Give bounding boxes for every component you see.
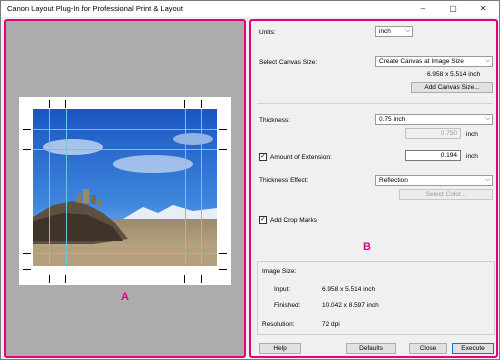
units-label: Units:	[259, 29, 276, 36]
settings-panel: Units: inch ⌵ Select Canvas Size: Create…	[249, 19, 498, 358]
area-marker-b: B	[363, 241, 371, 253]
preview-area: A	[4, 19, 246, 358]
photo-image	[33, 109, 217, 266]
crop-mark	[23, 269, 31, 270]
guide-line	[33, 149, 217, 150]
chevron-down-icon: ⌵	[485, 116, 490, 122]
add-canvas-size-button[interactable]: Add Canvas Size...	[411, 82, 493, 93]
chevron-down-icon: ⌵	[485, 177, 490, 183]
extension-label: Amount of Extension:	[270, 154, 332, 161]
title-bar: Canon Layout Plug-In for Professional Pr…	[1, 1, 499, 17]
guide-line	[185, 109, 186, 266]
thickness-unit: inch	[466, 131, 478, 138]
thickness-label: Thickness:	[259, 117, 291, 124]
checkmark-icon: ✓	[260, 216, 266, 223]
thickness-effect-value: Reflection	[379, 177, 408, 184]
guide-line	[66, 109, 67, 266]
guide-line	[201, 109, 202, 266]
extension-field[interactable]: 0.194	[405, 150, 461, 161]
guide-line	[49, 109, 50, 266]
canvas-preview	[19, 97, 231, 285]
crop-mark	[65, 100, 66, 108]
canvas-size-dropdown[interactable]: Create Canvas at Image Size ⌵	[375, 56, 493, 67]
crop-mark	[184, 275, 185, 283]
thickness-effect-dropdown[interactable]: Reflection ⌵	[375, 175, 493, 186]
area-marker-a: A	[121, 291, 129, 303]
image-size-group: Image Size: Input: 6.958 x 5.514 inch Fi…	[257, 261, 495, 335]
select-color-button[interactable]: Select Color...	[399, 189, 493, 200]
extension-checkbox[interactable]: ✓	[259, 153, 267, 161]
crop-mark	[219, 149, 227, 150]
crop-mark	[23, 129, 31, 130]
window-title: Canon Layout Plug-In for Professional Pr…	[7, 4, 183, 13]
thickness-field[interactable]: 0.750	[405, 128, 461, 139]
crop-mark	[49, 275, 50, 283]
close-window-button[interactable]: ✕	[473, 3, 493, 15]
crop-mark	[49, 100, 50, 108]
crop-marks-checkbox[interactable]: ✓	[259, 216, 267, 224]
finished-size-value: 10.042 x 8.597 inch	[322, 302, 379, 309]
crop-mark	[23, 253, 31, 254]
defaults-button[interactable]: Defaults	[346, 343, 396, 354]
input-size-label: Input:	[274, 286, 291, 293]
thickness-dropdown[interactable]: 0.75 inch ⌵	[375, 114, 493, 125]
maximize-button[interactable]: ▢	[443, 3, 463, 15]
chevron-down-icon: ⌵	[485, 58, 490, 64]
chevron-down-icon: ⌵	[405, 28, 410, 34]
crop-mark	[201, 275, 202, 283]
guide-line	[33, 253, 217, 254]
thickness-value: 0.75 inch	[379, 116, 406, 123]
close-button[interactable]: Close	[409, 343, 447, 354]
canvas-size-label: Select Canvas Size:	[259, 59, 318, 66]
crop-mark	[219, 253, 227, 254]
landscape-photo	[33, 109, 217, 266]
units-dropdown[interactable]: inch ⌵	[375, 26, 413, 37]
crop-mark	[23, 149, 31, 150]
canvas-size-value: Create Canvas at Image Size	[379, 58, 464, 65]
resolution-value: 72 dpi	[322, 321, 340, 328]
extension-unit: inch	[466, 153, 478, 160]
separator	[257, 103, 493, 104]
crop-mark	[201, 100, 202, 108]
guide-line	[33, 129, 217, 130]
crop-mark	[184, 100, 185, 108]
canvas-size-text: 6.958 x 5.514 inch	[427, 71, 481, 78]
crop-mark	[219, 129, 227, 130]
thickness-effect-label: Thickness Effect:	[259, 177, 309, 184]
crop-mark	[219, 269, 227, 270]
crop-mark	[65, 275, 66, 283]
units-value: inch	[379, 28, 391, 35]
finished-size-label: Finished:	[274, 302, 301, 309]
help-button[interactable]: Help	[259, 343, 301, 354]
crop-marks-label: Add Crop Marks	[270, 217, 317, 224]
minimize-button[interactable]: –	[413, 3, 433, 15]
input-size-value: 6.958 x 5.514 inch	[322, 286, 376, 293]
execute-button[interactable]: Execute	[452, 343, 494, 354]
resolution-label: Resolution:	[262, 321, 295, 328]
checkmark-icon: ✓	[260, 153, 266, 160]
image-size-heading: Image Size:	[262, 268, 297, 275]
app-window: Canon Layout Plug-In for Professional Pr…	[0, 0, 500, 360]
